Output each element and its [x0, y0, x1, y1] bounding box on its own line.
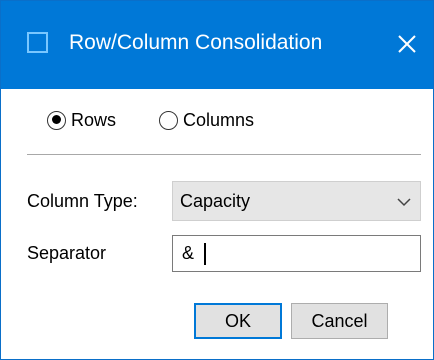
title-bar[interactable]: Row/Column Consolidation	[1, 1, 433, 89]
cancel-button[interactable]: Cancel	[291, 303, 388, 339]
column-type-label: Column Type:	[27, 191, 138, 211]
dialog-window: Row/Column Consolidation Rows Columns Co…	[0, 0, 434, 360]
close-button[interactable]	[385, 23, 429, 65]
column-type-select[interactable]: Capacity	[172, 181, 421, 221]
rows-radio[interactable]: Rows	[47, 107, 116, 133]
separator-input[interactable]: &	[172, 235, 421, 272]
column-type-value: Capacity	[180, 191, 251, 211]
separator-value: &	[182, 243, 195, 263]
columns-radio-circle[interactable]	[159, 110, 178, 130]
ok-button[interactable]: OK	[194, 303, 282, 339]
text-caret	[204, 243, 206, 265]
radio-selected-dot	[51, 115, 61, 124]
columns-radio-label[interactable]: Columns	[183, 110, 254, 131]
columns-radio[interactable]: Columns	[159, 107, 254, 133]
close-icon	[398, 35, 416, 53]
rows-radio-circle[interactable]	[47, 110, 66, 130]
window-title: Row/Column Consolidation	[69, 31, 323, 54]
rows-radio-label[interactable]: Rows	[71, 110, 116, 131]
chevron-down-icon	[397, 198, 411, 207]
window-app-icon	[27, 32, 48, 53]
separator-label: Separator	[27, 243, 107, 263]
section-divider	[27, 154, 421, 155]
